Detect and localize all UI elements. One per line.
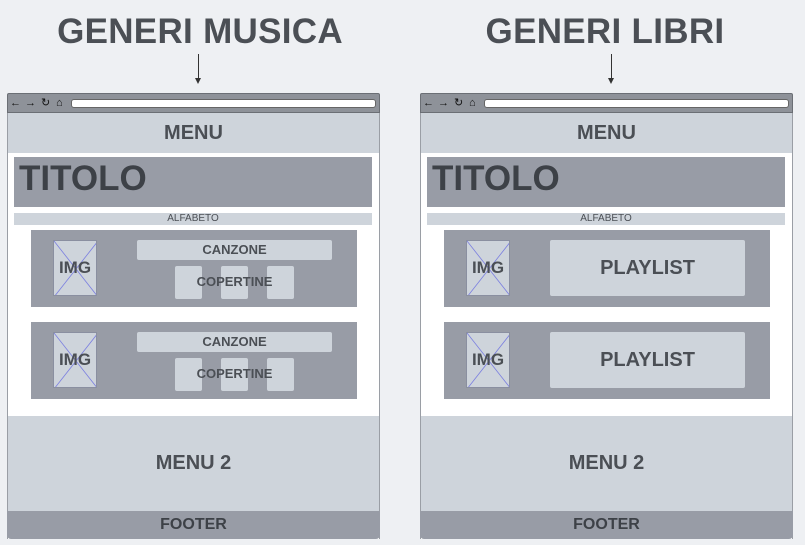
home-icon[interactable]: ⌂ xyxy=(56,97,63,109)
browser-toolbar: ← → ↻ ⌂ xyxy=(7,93,380,113)
image-label: IMG xyxy=(58,258,92,277)
arrow-right-icon[interactable]: → xyxy=(25,97,36,109)
playlist-card: IMG PLAYLIST xyxy=(444,322,770,399)
image-placeholder: IMG xyxy=(466,332,510,388)
alphabet-bar[interactable]: ALFABETO xyxy=(14,213,372,225)
page-title: TITOLO xyxy=(427,157,785,207)
playlist-label[interactable]: PLAYLIST xyxy=(550,332,745,388)
page-title: TITOLO xyxy=(14,157,372,207)
image-label: IMG xyxy=(471,350,505,369)
reload-icon[interactable]: ↻ xyxy=(41,97,50,109)
image-placeholder: IMG xyxy=(53,240,97,296)
down-arrow-icon xyxy=(607,54,617,86)
image-placeholder: IMG xyxy=(53,332,97,388)
arrow-right-icon[interactable]: → xyxy=(438,97,449,109)
footer: FOOTER xyxy=(7,511,380,539)
secondary-menu[interactable]: MENU 2 xyxy=(7,416,380,511)
reload-icon[interactable]: ↻ xyxy=(454,97,463,109)
home-icon[interactable]: ⌂ xyxy=(469,97,476,109)
menu-bar[interactable]: MENU xyxy=(7,113,380,153)
wireframe-music: ← → ↻ ⌂ MENU TITOLO ALFABETO IMG CANZONE… xyxy=(7,93,380,539)
alphabet-bar[interactable]: ALFABETO xyxy=(427,213,785,225)
song-card: IMG CANZONE COPERTINE xyxy=(31,322,357,399)
playlist-card: IMG PLAYLIST xyxy=(444,230,770,307)
browser-toolbar: ← → ↻ ⌂ xyxy=(420,93,793,113)
down-arrow-icon xyxy=(194,54,204,86)
song-card: IMG CANZONE COPERTINE xyxy=(31,230,357,307)
arrow-left-icon[interactable]: ← xyxy=(10,97,21,109)
image-label: IMG xyxy=(471,258,505,277)
playlist-label[interactable]: PLAYLIST xyxy=(550,240,745,296)
address-bar[interactable] xyxy=(484,99,789,108)
wireframe-books: ← → ↻ ⌂ MENU TITOLO ALFABETO IMG PLAYLIS… xyxy=(420,93,793,539)
menu-bar[interactable]: MENU xyxy=(420,113,793,153)
arrow-left-icon[interactable]: ← xyxy=(423,97,434,109)
footer: FOOTER xyxy=(420,511,793,539)
address-bar[interactable] xyxy=(71,99,376,108)
secondary-menu[interactable]: MENU 2 xyxy=(420,416,793,511)
panel-heading-music: GENERI MUSICA xyxy=(57,12,343,51)
panel-heading-books: GENERI LIBRI xyxy=(485,12,725,51)
covers-label: COPERTINE xyxy=(196,274,273,289)
image-label: IMG xyxy=(58,350,92,369)
song-label[interactable]: CANZONE xyxy=(137,240,332,260)
song-label[interactable]: CANZONE xyxy=(137,332,332,352)
covers-label: COPERTINE xyxy=(196,366,273,381)
image-placeholder: IMG xyxy=(466,240,510,296)
